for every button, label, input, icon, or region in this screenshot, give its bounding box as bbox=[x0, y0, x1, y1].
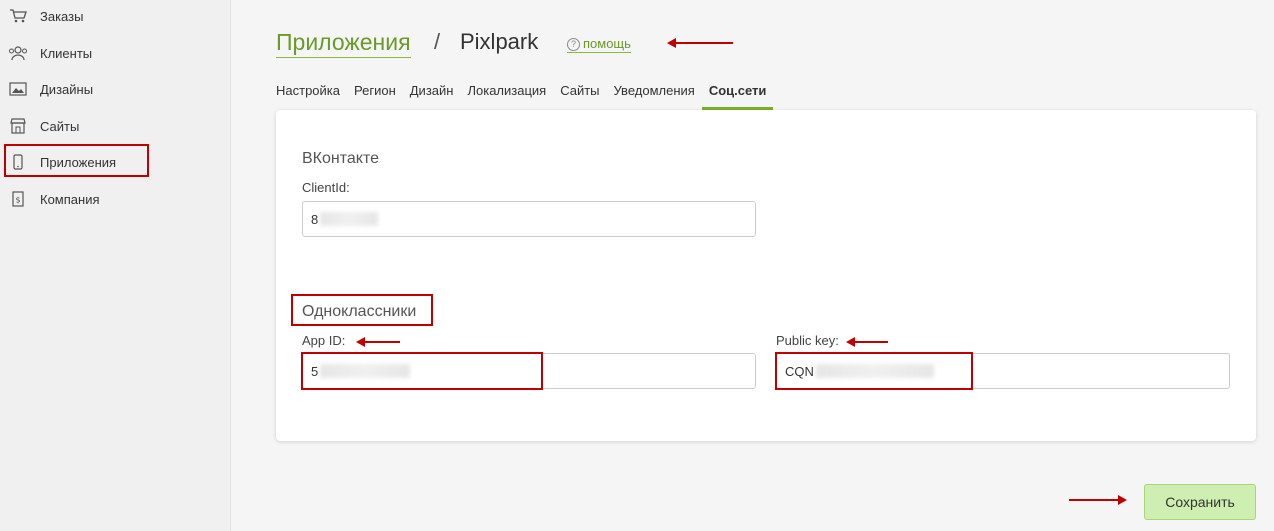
store-icon bbox=[8, 116, 28, 136]
public-key-label: Public key: bbox=[776, 333, 839, 348]
sidebar-item-company[interactable]: $ Компания bbox=[0, 183, 230, 215]
document-icon: $ bbox=[8, 189, 28, 209]
app-id-label: App ID: bbox=[302, 333, 346, 348]
sidebar-item-designs[interactable]: Дизайны bbox=[0, 73, 230, 105]
main-content: Приложения / Pixlpark ? помощь Настройка… bbox=[231, 0, 1274, 531]
vk-section-title: ВКонтакте bbox=[302, 150, 379, 167]
redacted-text bbox=[815, 364, 934, 378]
sidebar-item-label: Компания bbox=[40, 191, 100, 207]
page-title: Pixlpark bbox=[460, 29, 539, 54]
sidebar-item-label: Заказы bbox=[40, 8, 84, 24]
ok-section-title: Одноклассники bbox=[302, 303, 417, 320]
sidebar-item-label: Клиенты bbox=[40, 45, 93, 61]
tab-region[interactable]: Регион bbox=[347, 82, 403, 110]
svg-text:$: $ bbox=[15, 196, 20, 205]
question-icon: ? bbox=[567, 37, 580, 51]
tab-social[interactable]: Соц.сети bbox=[701, 82, 774, 110]
annotation-arrow bbox=[667, 38, 733, 48]
public-key-input[interactable]: CQN bbox=[776, 353, 1230, 389]
cart-icon bbox=[8, 6, 28, 26]
app-id-input[interactable]: 5 bbox=[302, 353, 756, 389]
client-id-value: 8 bbox=[311, 211, 319, 227]
tab-sites[interactable]: Сайты bbox=[553, 82, 606, 110]
sidebar-item-applications[interactable]: Приложения bbox=[0, 146, 230, 178]
tab-design[interactable]: Дизайн bbox=[403, 82, 461, 110]
app-id-value: 5 bbox=[311, 363, 319, 379]
users-icon bbox=[8, 43, 28, 63]
sidebar: Заказы Клиенты Дизайны Сайты Приложения … bbox=[0, 0, 231, 531]
tab-settings[interactable]: Настройка bbox=[276, 82, 347, 110]
sidebar-item-label: Сайты bbox=[40, 118, 80, 134]
redacted-text bbox=[320, 212, 379, 226]
help-label: помощь bbox=[583, 36, 631, 51]
sidebar-item-label: Приложения bbox=[40, 154, 117, 170]
phone-icon bbox=[8, 152, 28, 172]
save-button[interactable]: Сохранить bbox=[1144, 484, 1256, 520]
breadcrumb-root-link[interactable]: Приложения bbox=[276, 28, 411, 58]
public-key-value: CQN bbox=[785, 363, 814, 379]
image-icon bbox=[8, 79, 28, 99]
sidebar-item-sites[interactable]: Сайты bbox=[0, 110, 230, 142]
sidebar-item-clients[interactable]: Клиенты bbox=[0, 37, 230, 69]
help-link[interactable]: ? помощь bbox=[567, 36, 631, 53]
annotation-arrow bbox=[846, 337, 888, 347]
annotation-arrow bbox=[1069, 495, 1127, 505]
client-id-label: ClientId: bbox=[302, 180, 350, 195]
client-id-input[interactable]: 8 bbox=[302, 201, 756, 237]
tab-bar: Настройка Регион Дизайн Локализация Сайт… bbox=[276, 82, 774, 110]
breadcrumb-separator: / bbox=[434, 29, 441, 54]
annotation-arrow bbox=[356, 337, 400, 347]
sidebar-item-orders[interactable]: Заказы bbox=[0, 0, 230, 32]
redacted-text bbox=[320, 364, 411, 378]
tab-notifications[interactable]: Уведомления bbox=[607, 82, 702, 110]
tab-localization[interactable]: Локализация bbox=[460, 82, 553, 110]
sidebar-item-label: Дизайны bbox=[40, 81, 94, 97]
settings-card: ВКонтакте ClientId: 8 Одноклассники App … bbox=[276, 110, 1256, 441]
